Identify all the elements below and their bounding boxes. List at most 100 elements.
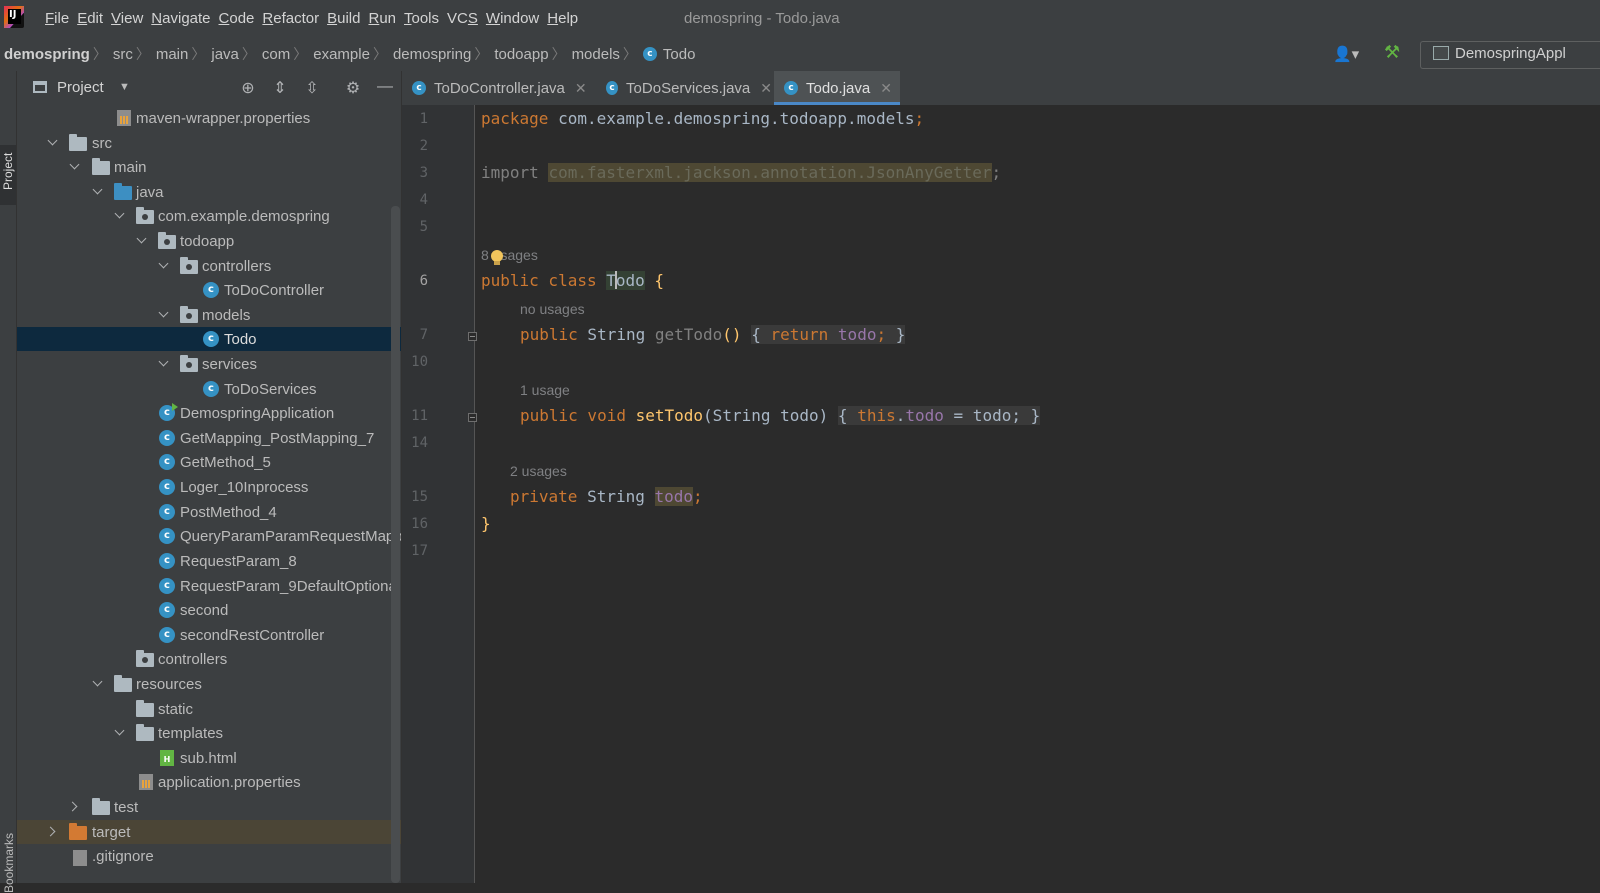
minimize-icon[interactable]: — bbox=[374, 78, 396, 98]
menu-refactor[interactable]: Refactor bbox=[262, 10, 327, 27]
tab-todoservices-java[interactable]: c ToDoServices.java ✕ bbox=[606, 71, 772, 105]
chevron-down-icon[interactable] bbox=[158, 308, 170, 320]
tree-item-services[interactable]: services bbox=[17, 352, 401, 376]
tree-item-main[interactable]: main bbox=[17, 155, 401, 179]
tree-item-todocontroller[interactable]: c ToDoController bbox=[17, 278, 401, 302]
intellij-logo-icon[interactable]: IJ bbox=[4, 6, 24, 28]
project-panel-title[interactable]: Project bbox=[57, 79, 104, 96]
menu-help[interactable]: Help bbox=[547, 10, 586, 27]
tree-item-todoservices[interactable]: c ToDoServices bbox=[17, 377, 401, 401]
code-type: String bbox=[577, 325, 655, 344]
tree-item-requestparam-8[interactable]: c RequestParam_8 bbox=[17, 549, 401, 573]
breadcrumb-models[interactable]: models bbox=[572, 46, 620, 63]
project-panel-scrollbar[interactable] bbox=[391, 206, 400, 883]
menu-window[interactable]: Window bbox=[486, 10, 547, 27]
tree-item-gitignore[interactable]: .gitignore bbox=[17, 844, 401, 868]
setter-usages-hint[interactable]: 1 usage bbox=[520, 382, 570, 398]
tree-item-test[interactable]: test bbox=[17, 795, 401, 819]
tree-item-sub-html[interactable]: H sub.html bbox=[17, 746, 401, 770]
tree-item-secondrestcontroller[interactable]: c secondRestController bbox=[17, 623, 401, 647]
tree-item-com-example-demospring[interactable]: com.example.demospring bbox=[17, 204, 401, 228]
getter-usages-hint[interactable]: no usages bbox=[520, 301, 585, 317]
collapse-all-icon[interactable]: ⇳ bbox=[301, 78, 323, 98]
chevron-down-icon[interactable] bbox=[92, 677, 104, 689]
breadcrumb-main[interactable]: main bbox=[156, 46, 189, 63]
tree-item-requestparam-9defaultoptional[interactable]: c RequestParam_9DefaultOptional bbox=[17, 574, 401, 598]
tree-item-static[interactable]: static bbox=[17, 697, 401, 721]
gear-icon[interactable]: ⚙ bbox=[342, 78, 364, 98]
menu-vcs[interactable]: VCS bbox=[447, 10, 486, 27]
code-folded-body[interactable]: { this.todo = todo; } bbox=[837, 406, 1041, 425]
tree-item-controllers-package[interactable]: controllers bbox=[17, 647, 401, 671]
tree-item-java[interactable]: java bbox=[17, 180, 401, 204]
tree-item-getmethod-5[interactable]: c GetMethod_5 bbox=[17, 450, 401, 474]
menu-view[interactable]: View bbox=[111, 10, 151, 27]
tree-item-models[interactable]: models bbox=[17, 303, 401, 327]
tree-item-queryparamparamrequestmapping[interactable]: c QueryParamParamRequestMapping bbox=[17, 524, 401, 548]
menu-tools[interactable]: Tools bbox=[404, 10, 447, 27]
build-hammer-icon[interactable]: ⚒ bbox=[1384, 42, 1406, 64]
chevron-down-icon[interactable] bbox=[158, 357, 170, 369]
breadcrumb-todoapp[interactable]: todoapp bbox=[494, 46, 548, 63]
breadcrumb-todo[interactable]: c Todo bbox=[642, 46, 695, 63]
code-parens: () bbox=[722, 325, 742, 344]
breadcrumb-com[interactable]: com bbox=[262, 46, 290, 63]
tree-item-src[interactable]: src bbox=[17, 131, 401, 155]
stripe-project-label[interactable]: Project bbox=[1, 146, 15, 190]
tree-item-loger-10inprocess[interactable]: c Loger_10Inprocess bbox=[17, 475, 401, 499]
tab-todocontroller-java[interactable]: c ToDoController.java ✕ bbox=[412, 71, 598, 105]
close-icon[interactable]: ✕ bbox=[575, 80, 587, 97]
fold-expand-icon[interactable] bbox=[468, 332, 477, 341]
chevron-down-icon[interactable] bbox=[114, 726, 126, 738]
menu-build[interactable]: Build bbox=[327, 10, 368, 27]
chevron-down-icon[interactable] bbox=[136, 234, 148, 246]
tree-item-target[interactable]: target bbox=[17, 820, 401, 844]
close-icon[interactable]: ✕ bbox=[880, 80, 892, 97]
menu-edit[interactable]: Edit bbox=[77, 10, 111, 27]
tree-item-resources[interactable]: resources bbox=[17, 672, 401, 696]
menu-navigate[interactable]: Navigate bbox=[151, 10, 218, 27]
user-account-icon[interactable]: 👤▾ bbox=[1333, 45, 1367, 63]
chevron-down-icon[interactable] bbox=[69, 160, 81, 172]
menu-code[interactable]: Code bbox=[219, 10, 263, 27]
chevron-down-icon[interactable] bbox=[47, 136, 59, 148]
chevron-down-icon[interactable] bbox=[92, 185, 104, 197]
chevron-right-icon[interactable] bbox=[47, 825, 59, 837]
tree-item-templates[interactable]: templates bbox=[17, 721, 401, 745]
chevron-down-icon[interactable] bbox=[114, 209, 126, 221]
tree-item-second[interactable]: c second bbox=[17, 598, 401, 622]
chevron-right-icon[interactable] bbox=[69, 800, 81, 812]
line-number: 10 bbox=[411, 354, 428, 370]
tree-item-todoapp[interactable]: todoapp bbox=[17, 229, 401, 253]
tree-item-application-properties[interactable]: application.properties bbox=[17, 770, 401, 794]
code-unused-import[interactable]: com.fasterxml.jackson.annotation.JsonAny… bbox=[548, 163, 992, 182]
code-semicolon: ; bbox=[693, 487, 703, 506]
menu-file[interactable]: File bbox=[45, 10, 77, 27]
chevron-down-icon[interactable] bbox=[158, 259, 170, 271]
chevron-down-icon[interactable]: ▼ bbox=[119, 81, 130, 93]
fold-expand-icon[interactable] bbox=[468, 413, 477, 422]
breadcrumb-src[interactable]: src bbox=[113, 46, 133, 63]
tree-item-postmethod-4[interactable]: c PostMethod_4 bbox=[17, 500, 401, 524]
tree-item-maven-wrapper-properties[interactable]: maven-wrapper.properties bbox=[17, 106, 401, 130]
folder-icon bbox=[136, 724, 154, 741]
breadcrumb-java[interactable]: java bbox=[211, 46, 239, 63]
tree-item-todo[interactable]: c Todo bbox=[17, 327, 401, 351]
tab-todo-java[interactable]: c Todo.java ✕ bbox=[774, 71, 900, 105]
tree-item-getmapping-postmapping-7[interactable]: c GetMapping_PostMapping_7 bbox=[17, 426, 401, 450]
tree-item-label: QueryParamParamRequestMapping bbox=[180, 527, 402, 545]
tree-item-demospringapplication[interactable]: c DemospringApplication bbox=[17, 401, 401, 425]
class-icon: c bbox=[159, 528, 175, 544]
tree-item-controllers[interactable]: controllers bbox=[17, 254, 401, 278]
breadcrumb-example[interactable]: example bbox=[313, 46, 370, 63]
expand-all-icon[interactable]: ⇕ bbox=[269, 78, 291, 98]
breadcrumb-project[interactable]: demospring bbox=[4, 46, 90, 63]
locate-file-icon[interactable]: ⊕ bbox=[237, 78, 259, 98]
code-folded-body[interactable]: { return todo; } bbox=[751, 325, 906, 344]
menu-run[interactable]: Run bbox=[368, 10, 404, 27]
breadcrumb-demospring[interactable]: demospring bbox=[393, 46, 471, 63]
code-editor[interactable]: 1 2 3 4 5 6 7 10 11 14 15 16 17 package … bbox=[402, 105, 1600, 883]
close-icon[interactable]: ✕ bbox=[760, 80, 772, 97]
lightbulb-icon[interactable] bbox=[490, 250, 504, 266]
field-usages-hint[interactable]: 2 usages bbox=[510, 463, 567, 479]
